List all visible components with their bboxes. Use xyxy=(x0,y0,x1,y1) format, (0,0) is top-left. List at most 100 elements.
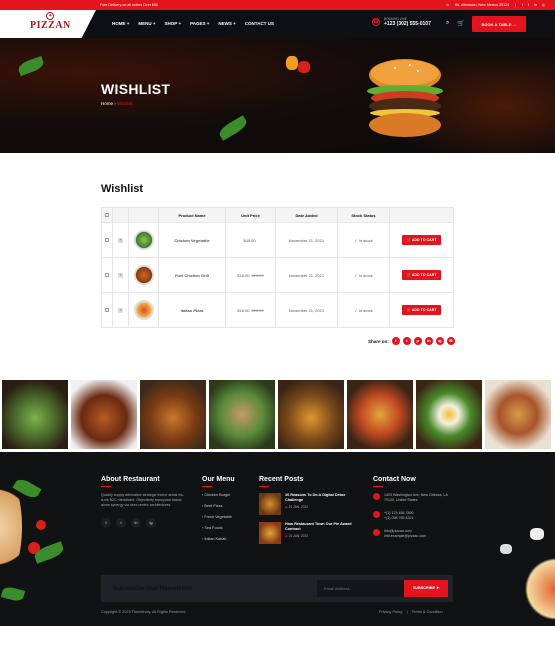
gallery-image-meat[interactable] xyxy=(209,380,275,449)
newsletter-bar: Subscribe Our Newsletter SUBSCRIBE ➤ xyxy=(101,575,453,602)
product-price: $18.00 xyxy=(237,307,250,313)
page-title: WISHLIST xyxy=(101,81,171,97)
breadcrumb-current: Wishlist xyxy=(117,101,133,106)
add-to-cart-button[interactable]: 🛒 ADD TO CART xyxy=(402,270,441,280)
product-thumbnail[interactable] xyxy=(133,229,154,250)
linkedin-icon[interactable]: in xyxy=(131,517,141,528)
phone-icon xyxy=(373,511,380,518)
footer-about: About Restaurant Quickly supply alternat… xyxy=(101,476,185,528)
cart-icon[interactable]: 🛒 xyxy=(457,20,464,27)
table-row: × Fuel Chicken Grill $18.00 $28.00 Novemb… xyxy=(101,257,454,293)
footer-posts-title: Recent Posts xyxy=(259,476,304,483)
book-table-button[interactable]: BOOK A TABLE → xyxy=(472,16,526,32)
instagram-icon[interactable]: ig xyxy=(146,517,156,528)
main-nav: HOME + MENU + SHOP + PAGES + NEWS + CONT… xyxy=(112,21,274,26)
menu-link[interactable]: Beef Pizza xyxy=(204,504,222,508)
post-item[interactable]: 10 Reasons To Do A Digital Detox Challen… xyxy=(259,493,359,515)
stock-status: ✓ In stock xyxy=(337,257,390,293)
contact-phone[interactable]: +(1) 098 765 4321 xyxy=(384,516,413,521)
remove-icon[interactable]: × xyxy=(118,273,123,278)
newsletter-email-input[interactable] xyxy=(317,580,406,597)
product-thumbnail[interactable] xyxy=(133,299,154,320)
twitter-icon[interactable]: t xyxy=(528,3,529,7)
twitter-icon[interactable]: t xyxy=(402,337,411,345)
footer-contact: Contact Now 1403 Washington Ave, New Orl… xyxy=(373,476,455,547)
nav-news[interactable]: NEWS + xyxy=(218,21,235,26)
menu-link[interactable]: Italian Kabab xyxy=(204,537,226,541)
menu-link[interactable]: Chicken Burger xyxy=(204,493,230,497)
remove-icon[interactable]: × xyxy=(118,238,123,243)
terms-link[interactable]: Terms & Condition xyxy=(412,610,443,614)
gallery-image-burger[interactable] xyxy=(278,380,344,449)
facebook-icon[interactable]: f xyxy=(391,337,400,345)
instagram-icon[interactable]: ◎ xyxy=(542,3,545,7)
subscribe-button[interactable]: SUBSCRIBE ➤ xyxy=(404,580,448,597)
copyright-text: Copyright © 2023 Themeholy. All Rights R… xyxy=(101,610,187,614)
burger-image xyxy=(367,59,443,137)
pinterest-icon[interactable]: p xyxy=(413,337,422,345)
gallery-image-chicken[interactable] xyxy=(71,380,137,449)
food-gallery xyxy=(2,380,551,449)
col-stock-status: Stock Status xyxy=(337,207,390,223)
basil-leaf-image xyxy=(0,585,26,603)
nav-contact[interactable]: CONTACT US xyxy=(245,21,274,26)
privacy-policy-link[interactable]: Privacy Policy xyxy=(379,610,403,614)
nav-home[interactable]: HOME + xyxy=(112,21,129,26)
gallery-image-roast[interactable] xyxy=(140,380,206,449)
post-title[interactable]: 10 Reasons To Do A Digital Detox Challen… xyxy=(285,493,355,503)
address-text: 66, Allentown, New Mexico 25124 xyxy=(455,3,510,7)
product-name[interactable]: Italian Pizza xyxy=(158,292,226,328)
wishlist-heading: Wishlist xyxy=(101,183,144,195)
instagram-icon[interactable]: ig xyxy=(435,337,444,345)
facebook-icon[interactable]: f xyxy=(522,3,523,7)
basil-leaf-image xyxy=(217,115,249,141)
nav-shop[interactable]: SHOP + xyxy=(165,21,182,26)
twitter-icon[interactable]: t xyxy=(116,517,126,528)
nav-pages[interactable]: PAGES + xyxy=(190,21,209,26)
promo-text: Free Delivery on all orders Over $50 xyxy=(100,3,158,7)
breadcrumb-home[interactable]: Home xyxy=(101,101,113,106)
stock-status: ✓ In stock xyxy=(337,222,390,258)
gallery-image-pasta[interactable] xyxy=(485,380,551,449)
main-header: ✦ PIZZAN HOME + MENU + SHOP + PAGES + NE… xyxy=(0,10,555,38)
search-icon[interactable]: ⌕ xyxy=(446,20,449,27)
menu-link[interactable]: Sea Foods xyxy=(204,526,222,530)
row-checkbox[interactable] xyxy=(105,272,109,277)
post-thumbnail[interactable] xyxy=(259,522,281,544)
post-date: 21 JAN, 2022 xyxy=(288,505,309,509)
post-item[interactable]: How Restaurant Town Our Pie Award Contra… xyxy=(259,522,359,544)
select-all-checkbox[interactable] xyxy=(105,212,109,217)
gallery-image-salad[interactable] xyxy=(2,380,68,449)
menu-link[interactable]: Fresh Vegetable xyxy=(204,515,232,519)
col-unit-price: Unit Price xyxy=(225,207,276,223)
linkedin-icon[interactable]: in xyxy=(534,3,537,7)
product-name[interactable]: Fuel Chicken Grill xyxy=(158,257,226,293)
row-checkbox[interactable] xyxy=(105,237,109,242)
post-title[interactable]: How Restaurant Town Our Pie Award Contra… xyxy=(285,522,355,532)
gallery-image-egg[interactable] xyxy=(416,380,482,449)
table-row: × Italian Pizza $18.00 $28.00 November 21… xyxy=(101,292,454,328)
date-added: November 21, 2021 xyxy=(275,257,338,293)
row-checkbox[interactable] xyxy=(105,307,109,312)
add-to-cart-button[interactable]: 🛒 ADD TO CART xyxy=(402,235,441,245)
calendar-icon: ◉ xyxy=(285,534,288,538)
product-name[interactable]: Chicken Vegetable xyxy=(158,222,226,258)
add-to-cart-button[interactable]: 🛒 ADD TO CART xyxy=(402,305,441,315)
contact-email[interactable]: info.example@pizzan.com xyxy=(384,534,426,539)
date-added: November 21, 2021 xyxy=(275,292,338,328)
post-thumbnail[interactable] xyxy=(259,493,281,515)
logo-area[interactable]: ✦ PIZZAN xyxy=(0,10,96,38)
facebook-icon[interactable]: f xyxy=(101,517,111,528)
contact-address: 1403 Washington Ave, New Orleans, LA 701… xyxy=(384,493,448,502)
remove-icon[interactable]: × xyxy=(118,308,123,313)
booking-phone[interactable]: ☎ BOOKING LINE +123 (302) 555-0107 xyxy=(372,17,431,27)
gallery-image-pizza[interactable] xyxy=(347,380,413,449)
tomato-decor-image xyxy=(36,520,46,530)
page-hero: WISHLIST Home › Wishlist xyxy=(0,38,555,153)
nav-menu[interactable]: MENU + xyxy=(138,21,155,26)
email-icon[interactable]: ✉ xyxy=(446,337,455,345)
linkedin-icon[interactable]: in xyxy=(424,337,433,345)
product-thumbnail[interactable] xyxy=(133,264,154,285)
salad-decor-image xyxy=(520,552,555,626)
footer-links: Privacy Policy | Terms & Condition xyxy=(379,610,443,614)
